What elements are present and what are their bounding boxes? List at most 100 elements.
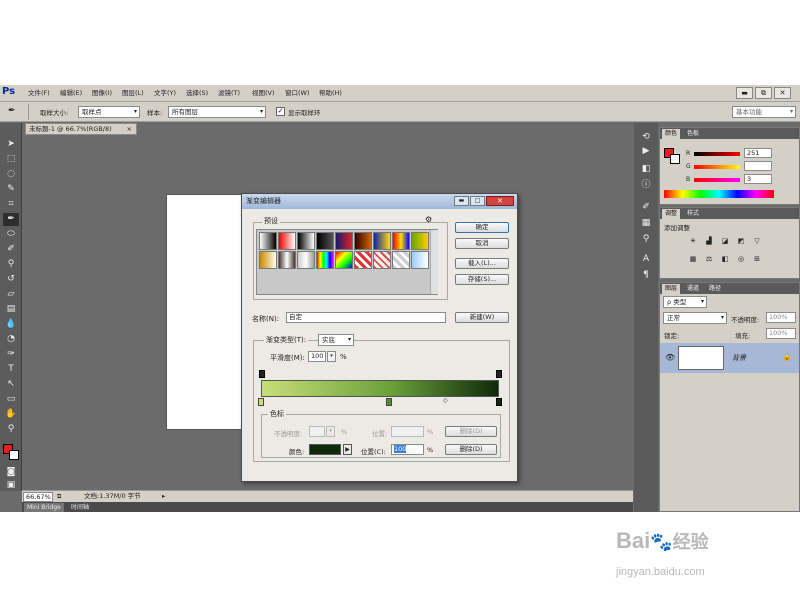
presets-gear-icon[interactable]: ⚙ xyxy=(425,215,432,224)
crop-tool-icon[interactable]: ⌗ xyxy=(3,198,19,211)
actions-panel-icon[interactable]: ▶ xyxy=(638,145,654,158)
clone-source-icon[interactable]: ⚲ xyxy=(638,233,654,246)
name-input[interactable]: 自定 xyxy=(286,312,446,323)
move-tool-icon[interactable]: ➤ xyxy=(3,138,19,151)
tab-mini-bridge[interactable]: Mini Bridge xyxy=(24,503,64,512)
status-menu-icon[interactable]: ⧉ xyxy=(57,491,61,502)
preset-swatch[interactable] xyxy=(316,251,334,269)
gradient-type-select[interactable]: 实底 xyxy=(318,334,354,346)
close-tab-icon[interactable]: × xyxy=(127,124,132,134)
fill-field[interactable]: 100% xyxy=(766,328,796,339)
opacity-field[interactable]: 100% xyxy=(766,312,796,323)
preset-swatch[interactable] xyxy=(354,251,372,269)
levels-icon[interactable]: ▟ xyxy=(704,236,714,246)
zoom-tool-icon[interactable]: ⚲ xyxy=(3,423,19,436)
opacity-stop-right[interactable] xyxy=(496,370,502,378)
status-arrow-icon[interactable]: ▸ xyxy=(162,491,165,502)
color-stop-end[interactable] xyxy=(496,398,502,406)
channel-mixer-icon[interactable]: ⊞ xyxy=(752,254,762,264)
gradient-preview-bar[interactable] xyxy=(261,380,499,397)
dodge-tool-icon[interactable]: ◔ xyxy=(3,333,19,346)
restore-button[interactable]: ⧉ xyxy=(755,87,772,99)
opacity-stop-left[interactable] xyxy=(259,370,265,378)
green-value[interactable] xyxy=(744,161,772,171)
color-balance-icon[interactable]: ⚖ xyxy=(704,254,714,264)
preset-swatch[interactable] xyxy=(335,251,353,269)
sample-select[interactable]: 所有图层 xyxy=(168,106,266,118)
hue-sat-icon[interactable]: ▦ xyxy=(688,254,698,264)
character-panel-icon[interactable]: A xyxy=(638,253,654,266)
menu-edit[interactable]: 编辑(E) xyxy=(60,88,82,99)
visibility-eye-icon[interactable]: 👁 xyxy=(665,353,675,362)
shape-tool-icon[interactable]: ▭ xyxy=(3,393,19,406)
eyedropper-tool-icon[interactable]: ✒ xyxy=(3,213,19,226)
menu-type[interactable]: 文字(Y) xyxy=(154,88,176,99)
brush-tool-icon[interactable]: ✐ xyxy=(3,243,19,256)
red-slider[interactable] xyxy=(694,152,740,156)
preset-swatch[interactable] xyxy=(297,232,315,250)
properties-panel-icon[interactable]: ◧ xyxy=(638,163,654,176)
type-tool-icon[interactable]: T xyxy=(3,363,19,376)
blue-slider[interactable] xyxy=(694,178,740,182)
green-slider[interactable] xyxy=(694,165,740,169)
eyedropper-tool-icon[interactable]: ✒ xyxy=(8,106,24,118)
smoothness-input[interactable]: 100 xyxy=(308,351,326,362)
tab-styles[interactable]: 样式 xyxy=(684,209,702,219)
stop-color-swatch[interactable] xyxy=(309,444,341,455)
info-panel-icon[interactable]: ⓘ xyxy=(638,179,654,192)
menu-help[interactable]: 帮助(H) xyxy=(319,88,342,99)
gradient-tool-icon[interactable]: ▤ xyxy=(3,303,19,316)
brightness-icon[interactable]: ☀ xyxy=(688,236,698,246)
document-canvas[interactable] xyxy=(166,194,246,430)
photo-filter-icon[interactable]: ◎ xyxy=(736,254,746,264)
sample-size-select[interactable]: 取样点 xyxy=(78,106,140,118)
preset-swatch[interactable] xyxy=(278,251,296,269)
stop-color-arrow-icon[interactable]: ▶ xyxy=(343,444,352,455)
close-button[interactable]: ✕ xyxy=(774,87,791,99)
smoothness-dropdown-icon[interactable]: ▾ xyxy=(327,351,336,362)
preset-swatch[interactable] xyxy=(259,232,277,250)
stamp-tool-icon[interactable]: ⚲ xyxy=(3,258,19,271)
tab-swatches[interactable]: 色板 xyxy=(684,129,702,139)
preset-swatch[interactable] xyxy=(392,251,410,269)
background-color-swatch[interactable] xyxy=(9,450,19,460)
tab-adjustments[interactable]: 调整 xyxy=(662,209,681,219)
quick-mask-icon[interactable]: ◙ xyxy=(3,466,19,479)
preset-swatch[interactable] xyxy=(316,232,334,250)
preset-swatch[interactable] xyxy=(278,232,296,250)
bg-color-chip[interactable] xyxy=(670,154,680,164)
preset-swatch[interactable] xyxy=(392,232,410,250)
color-location-input[interactable]: 100 xyxy=(391,444,424,455)
minimize-button[interactable]: ▬ xyxy=(736,87,753,99)
zoom-field[interactable]: 66.67% xyxy=(23,492,53,502)
menu-window[interactable]: 窗口(W) xyxy=(285,88,310,99)
preset-swatch[interactable] xyxy=(411,232,429,250)
preset-swatch[interactable] xyxy=(259,251,277,269)
paragraph-panel-icon[interactable]: ¶ xyxy=(638,269,654,282)
tab-color[interactable]: 颜色 xyxy=(662,129,681,139)
color-stop-middle[interactable] xyxy=(386,398,392,406)
delete-color-stop-button[interactable]: 删除(D) xyxy=(445,444,497,455)
preset-swatch[interactable] xyxy=(354,232,372,250)
layer-filter-select[interactable]: ρ 类型 xyxy=(663,296,707,308)
new-button[interactable]: 新建(W) xyxy=(455,312,509,323)
color-stop-start[interactable] xyxy=(258,398,264,406)
blue-value[interactable]: 3 xyxy=(744,174,772,184)
vibrance-icon[interactable]: ▽ xyxy=(752,236,762,246)
history-panel-icon[interactable]: ⟲ xyxy=(638,131,654,144)
workspace-select[interactable]: 基本功能 xyxy=(732,106,796,118)
healing-tool-icon[interactable]: ⬭ xyxy=(3,228,19,241)
cancel-button[interactable]: 取消 xyxy=(455,238,509,249)
tab-paths[interactable]: 路径 xyxy=(706,284,724,294)
preset-swatch[interactable] xyxy=(297,251,315,269)
lasso-tool-icon[interactable]: ◌ xyxy=(3,168,19,181)
save-button[interactable]: 存储(S)... xyxy=(455,274,509,285)
history-brush-tool-icon[interactable]: ↺ xyxy=(3,273,19,286)
load-button[interactable]: 载入(L)... xyxy=(455,258,509,269)
brush-presets-icon[interactable]: ▦ xyxy=(638,217,654,230)
menu-file[interactable]: 文件(F) xyxy=(28,88,50,99)
hand-tool-icon[interactable]: ✋ xyxy=(3,408,19,421)
tab-timeline[interactable]: 时间轴 xyxy=(68,503,92,512)
layer-name[interactable]: 背景 xyxy=(732,353,746,363)
blur-tool-icon[interactable]: 💧 xyxy=(3,318,19,331)
